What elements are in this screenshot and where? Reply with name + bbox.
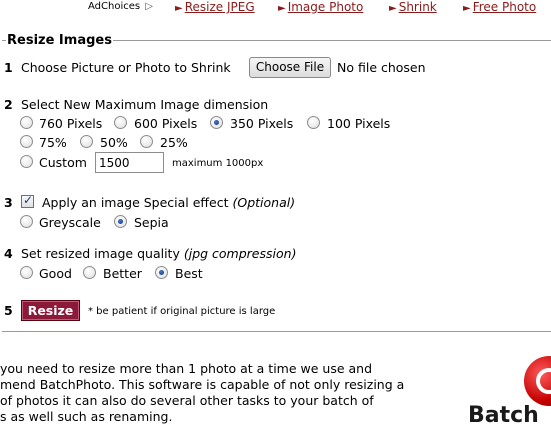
link-label[interactable]: Resize JPEG: [185, 0, 255, 14]
optional-note: (Optional): [232, 195, 296, 210]
optional-note: (jpg compression): [183, 246, 297, 261]
link-free-photo[interactable]: ► Free Photo: [463, 0, 536, 16]
radio-label-75-percent: 75%: [39, 135, 67, 150]
top-link-bar: AdChoices ▷ ► Resize JPEG ► Image Photo ► S…: [0, 0, 551, 16]
radio-75-percent[interactable]: [20, 135, 33, 148]
radio-label-better: Better: [103, 266, 142, 281]
patience-note: * be patient if original picture is larg…: [88, 306, 276, 317]
special-effect-checkbox[interactable]: ✓: [21, 193, 34, 208]
link-label[interactable]: Shrink: [399, 0, 437, 14]
choose-file-button[interactable]: Choose File: [249, 57, 331, 78]
arrow-right-icon: ►: [463, 3, 471, 14]
radio-label-600-pixels: 600 Pixels: [134, 116, 198, 131]
arrow-right-icon: ►: [278, 3, 286, 14]
step-1-label: 1 Choose Picture or Photo to Shrink: [4, 60, 231, 76]
step-text: Apply an image Special effect: [42, 195, 229, 210]
custom-size-hint: maximum 1000px: [172, 158, 264, 169]
batchphoto-paragraph: you need to resize more than 1 photo at …: [0, 361, 440, 425]
radio-best[interactable]: [155, 266, 168, 279]
radio-sepia[interactable]: [114, 215, 127, 228]
radio-label-350-pixels: 350 Pixels: [230, 116, 294, 131]
radio-760-pixels[interactable]: [20, 116, 33, 129]
radio-100-pixels[interactable]: [307, 116, 320, 129]
radio-label-best: Best: [175, 266, 203, 281]
adchoices-label[interactable]: AdChoices ▷: [88, 0, 153, 13]
step-text: Choose Picture or Photo to Shrink: [20, 60, 231, 75]
step-5-label: 5: [4, 303, 17, 319]
logo-text: Batch: [468, 403, 539, 425]
radio-label-50-percent: 50%: [100, 135, 128, 150]
radio-label-100-pixels: 100 Pixels: [327, 116, 391, 131]
radio-label-25-percent: 25%: [160, 135, 188, 150]
step-2-label: 2 Select New Maximum Image dimension: [4, 97, 268, 113]
radio-custom[interactable]: [20, 155, 33, 168]
radio-600-pixels[interactable]: [114, 116, 127, 129]
link-label[interactable]: Free Photo: [473, 0, 537, 14]
batchphoto-logo[interactable]: Batch: [466, 342, 551, 424]
radio-label-good: Good: [39, 266, 72, 281]
step-text: Set resized image quality: [20, 246, 180, 261]
adchoices-icon[interactable]: ▷: [145, 0, 153, 13]
link-resize-jpeg[interactable]: ► Resize JPEG: [175, 0, 255, 16]
radio-label-greyscale: Greyscale: [39, 215, 101, 230]
resize-button[interactable]: Resize: [21, 300, 80, 321]
form-legend: Resize Images: [6, 33, 113, 49]
step-text: Select New Maximum Image dimension: [20, 97, 269, 112]
resize-form-fieldset: [2, 40, 551, 332]
radio-label-760-pixels: 760 Pixels: [39, 116, 103, 131]
step-4-label: 4 Set resized image quality (jpg compres…: [4, 246, 296, 262]
radio-50-percent[interactable]: [80, 135, 93, 148]
step-3-text: Apply an image Special effect (Optional): [42, 195, 295, 211]
radio-better[interactable]: [83, 266, 96, 279]
link-label[interactable]: Image Photo: [288, 0, 364, 14]
radio-25-percent[interactable]: [140, 135, 153, 148]
radio-label-custom: Custom: [39, 155, 87, 170]
arrow-right-icon: ►: [175, 3, 183, 14]
paragraph-line: of photos it can also do several other t…: [0, 393, 374, 408]
paragraph-line: you need to resize more than 1 photo at …: [0, 361, 373, 376]
step-number: 3: [4, 195, 13, 210]
step-number: 1: [4, 60, 13, 75]
paragraph-line: mend BatchPhoto. This software is capabl…: [0, 377, 405, 392]
checkmark-icon: ✓: [23, 193, 34, 207]
adchoices-text[interactable]: AdChoices: [88, 1, 140, 12]
radio-greyscale[interactable]: [20, 215, 33, 228]
custom-size-input[interactable]: [95, 152, 164, 173]
step-number: 2: [4, 97, 13, 112]
link-shrink[interactable]: ► Shrink: [389, 0, 437, 16]
radio-good[interactable]: [20, 266, 33, 279]
arrow-right-icon: ►: [389, 3, 397, 14]
radio-350-pixels[interactable]: [210, 116, 223, 129]
paragraph-line: s as well such as renaming.: [0, 409, 173, 424]
step-number: 4: [4, 246, 13, 261]
step-3-label: 3: [4, 195, 17, 211]
step-number: 5: [4, 303, 13, 318]
link-image-photo[interactable]: ► Image Photo: [278, 0, 363, 16]
radio-label-sepia: Sepia: [134, 215, 169, 230]
file-status: No file chosen: [337, 60, 426, 75]
logo-ring-icon: [524, 356, 551, 406]
